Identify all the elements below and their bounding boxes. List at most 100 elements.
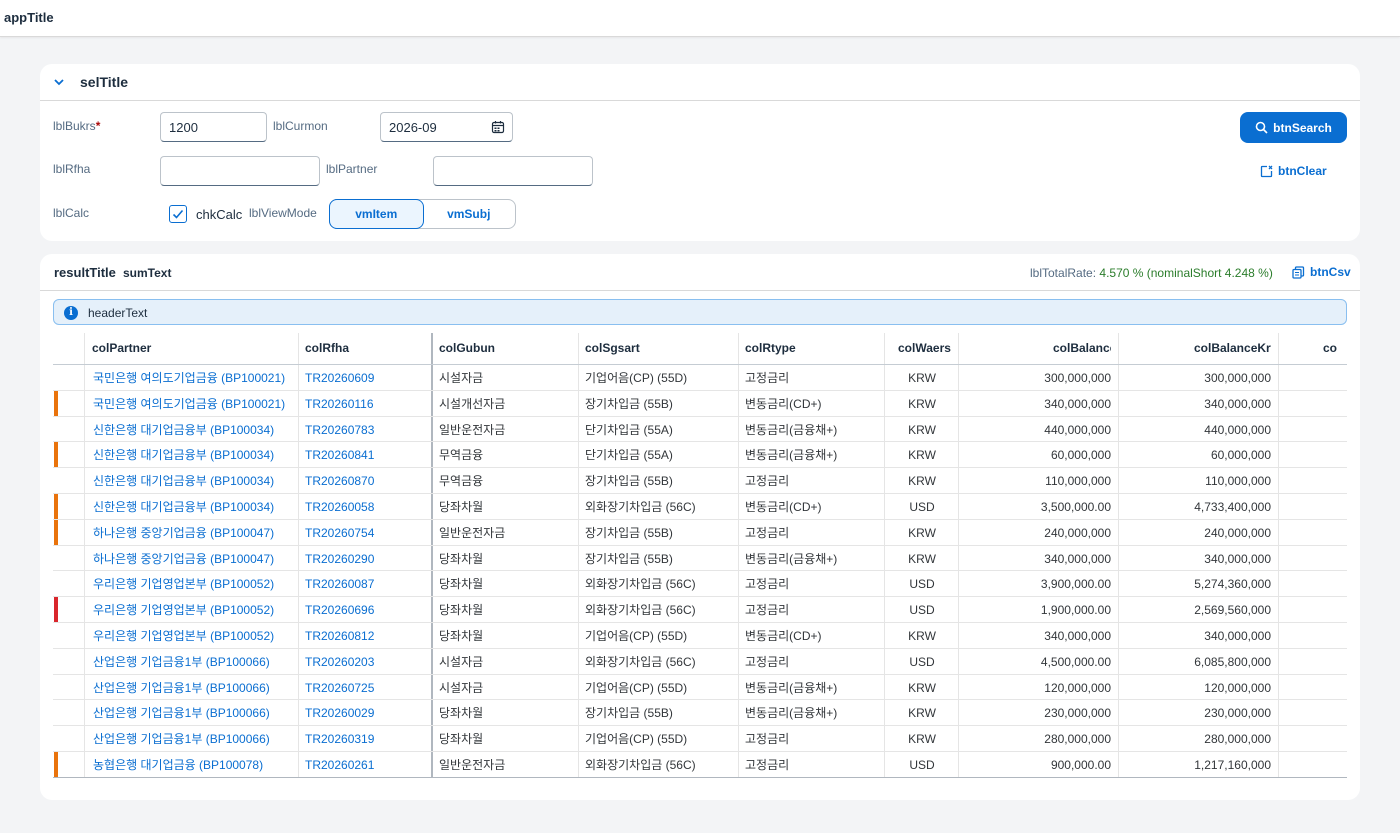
calc-checkbox[interactable] — [169, 205, 187, 223]
calc-checkbox-label[interactable]: chkCalc — [196, 207, 242, 222]
cell-partner[interactable]: 국민은행 여의도기업금융 (BP100021) — [93, 391, 303, 417]
export-icon — [1292, 265, 1305, 279]
column-header-colpartner[interactable]: colPartner — [92, 333, 292, 364]
cell-waers: USD — [909, 654, 935, 669]
cell-gubun: 시설자금 — [439, 371, 484, 385]
rfha-input[interactable] — [160, 156, 320, 186]
cell-partner[interactable]: 신한은행 대기업금융부 (BP100034) — [93, 417, 303, 443]
column-header-colwaers[interactable]: colWaers — [898, 333, 958, 364]
cell-gubun: 당좌차월 — [439, 500, 484, 514]
cell-balanceKrw: 4,733,400,000 — [1194, 500, 1271, 514]
bukrs-label-text: lblBukrs — [53, 119, 96, 133]
column-header-colbalance[interactable]: colBalance — [1053, 333, 1111, 364]
cell-waers: KRW — [908, 422, 936, 437]
result-title: resultTitle — [54, 265, 116, 280]
cell-sgsart: 기업어음(CP) (55D) — [585, 371, 688, 385]
cell-partner[interactable]: 농협은행 대기업금융 (BP100078) — [93, 752, 303, 778]
cell-rfha[interactable]: TR20260725 — [305, 675, 429, 701]
cell-partner[interactable]: 하나은행 중앙기업금융 (BP100047) — [93, 546, 303, 572]
cell-partner[interactable]: 하나은행 중앙기업금융 (BP100047) — [93, 520, 303, 546]
cell-waers: KRW — [908, 371, 936, 385]
cell-balance: 1,900,000.00 — [1040, 603, 1111, 618]
csv-export-button[interactable]: btnCsv — [1292, 265, 1351, 279]
cell-rtype: 변동금리(금융채+) — [745, 706, 838, 721]
cell-partner[interactable]: 우리은행 기업영업본부 (BP100052) — [93, 571, 303, 597]
cell-rfha[interactable]: TR20260319 — [305, 726, 429, 752]
cell-gubun: 시설자금 — [439, 680, 484, 695]
partner-input[interactable] — [433, 156, 593, 186]
selection-panel-header[interactable]: selTitle — [40, 64, 1360, 101]
selection-panel: selTitle lblBukrs* 1200 lblCurmon 2026-0… — [40, 64, 1360, 241]
rfha-label: lblRfha — [53, 162, 91, 176]
cell-partner[interactable]: 신한은행 대기업금융부 (BP100034) — [93, 494, 303, 520]
cell-partner[interactable]: 우리은행 기업영업본부 (BP100052) — [93, 623, 303, 649]
column-header-co[interactable]: co — [1323, 333, 1347, 364]
cell-rfha[interactable]: TR20260203 — [305, 649, 429, 675]
cell-rfha[interactable]: TR20260870 — [305, 468, 429, 494]
cell-rtype: 고정금리 — [745, 525, 790, 540]
cell-sgsart: 장기차입금 (55B) — [585, 551, 673, 566]
viewmode-item-button[interactable]: vmItem — [329, 199, 424, 229]
total-rate: lblTotalRate: 4.570 % (nominalShort 4.24… — [1030, 266, 1273, 280]
curmon-date-picker[interactable]: 2026-09 — [380, 112, 513, 142]
cell-sgsart: 외화장기차입금 (56C) — [585, 577, 696, 592]
cell-partner[interactable]: 산업은행 기업금융1부 (BP100066) — [93, 700, 303, 726]
cell-partner[interactable]: 신한은행 대기업금융부 (BP100034) — [93, 442, 303, 468]
cell-rtype: 변동금리(CD+) — [745, 396, 822, 411]
cell-rtype: 변동금리(금융채+) — [745, 422, 838, 437]
clear-button[interactable]: btnClear — [1260, 162, 1328, 180]
required-asterisk: * — [95, 119, 101, 133]
cell-rfha[interactable]: TR20260261 — [305, 752, 429, 778]
column-header-colbalancekrw[interactable]: colBalanceKrw — [1194, 333, 1271, 364]
cell-rfha[interactable]: TR20260290 — [305, 546, 429, 572]
column-header-colrfha[interactable]: colRfha — [305, 333, 425, 364]
cell-partner[interactable]: 국민은행 여의도기업금융 (BP100021) — [93, 365, 303, 391]
cell-rfha[interactable]: TR20260841 — [305, 442, 429, 468]
cell-rfha[interactable]: TR20260029 — [305, 700, 429, 726]
cell-partner[interactable]: 산업은행 기업금융1부 (BP100066) — [93, 675, 303, 701]
cell-rfha[interactable]: TR20260783 — [305, 417, 429, 443]
cell-gubun: 당좌차월 — [439, 732, 484, 747]
cell-balanceKrw: 5,274,360,000 — [1194, 577, 1271, 592]
search-button[interactable]: btnSearch — [1240, 112, 1347, 143]
cell-partner[interactable]: 신한은행 대기업금융부 (BP100034) — [93, 468, 303, 494]
cell-partner[interactable]: 산업은행 기업금융1부 (BP100066) — [93, 649, 303, 675]
curmon-value: 2026-09 — [389, 120, 437, 135]
cell-sgsart: 기업어음(CP) (55D) — [585, 629, 688, 643]
cell-gubun: 당좌차월 — [439, 629, 484, 643]
cell-gubun: 일반운전자금 — [439, 422, 506, 437]
cell-rfha[interactable]: TR20260116 — [305, 391, 429, 417]
cell-waers: KRW — [908, 396, 936, 411]
cell-sgsart: 단기차입금 (55A) — [585, 422, 673, 437]
cell-partner[interactable]: 산업은행 기업금융1부 (BP100066) — [93, 726, 303, 752]
cell-waers: KRW — [908, 680, 936, 695]
cell-balanceKrw: 280,000,000 — [1204, 732, 1271, 747]
cell-rfha[interactable]: TR20260609 — [305, 365, 429, 391]
cell-partner[interactable]: 우리은행 기업영업본부 (BP100052) — [93, 597, 303, 623]
bukrs-input[interactable]: 1200 — [160, 112, 267, 142]
viewmode-subj-button[interactable]: vmSubj — [423, 200, 516, 228]
chevron-down-icon[interactable] — [52, 75, 66, 89]
cell-balanceKrw: 120,000,000 — [1204, 680, 1271, 695]
cell-balanceKrw: 2,569,560,000 — [1194, 603, 1271, 618]
cell-waers: KRW — [908, 706, 936, 721]
cell-rfha[interactable]: TR20260812 — [305, 623, 429, 649]
cell-rtype: 고정금리 — [745, 474, 790, 489]
checkmark-icon — [172, 209, 184, 219]
cell-sgsart: 장기차입금 (55B) — [585, 396, 673, 411]
cell-balance: 340,000,000 — [1044, 629, 1111, 643]
column-header-colsgsart[interactable]: colSgsart — [585, 333, 725, 364]
cell-rfha[interactable]: TR20260087 — [305, 571, 429, 597]
cell-sgsart: 장기차입금 (55B) — [585, 706, 673, 721]
column-header-colgubun[interactable]: colGubun — [439, 333, 569, 364]
cell-balanceKrw: 110,000,000 — [1205, 474, 1271, 489]
cell-balance: 340,000,000 — [1044, 396, 1111, 411]
column-header-colrtype[interactable]: colRtype — [745, 333, 875, 364]
cell-rfha[interactable]: TR20260696 — [305, 597, 429, 623]
cell-rfha[interactable]: TR20260058 — [305, 494, 429, 520]
cell-sgsart: 외화장기차입금 (56C) — [585, 654, 696, 669]
cell-balanceKrw: 340,000,000 — [1204, 629, 1271, 643]
cell-rtype: 변동금리(금융채+) — [745, 551, 838, 566]
calendar-icon[interactable] — [491, 120, 505, 134]
cell-rfha[interactable]: TR20260754 — [305, 520, 429, 546]
